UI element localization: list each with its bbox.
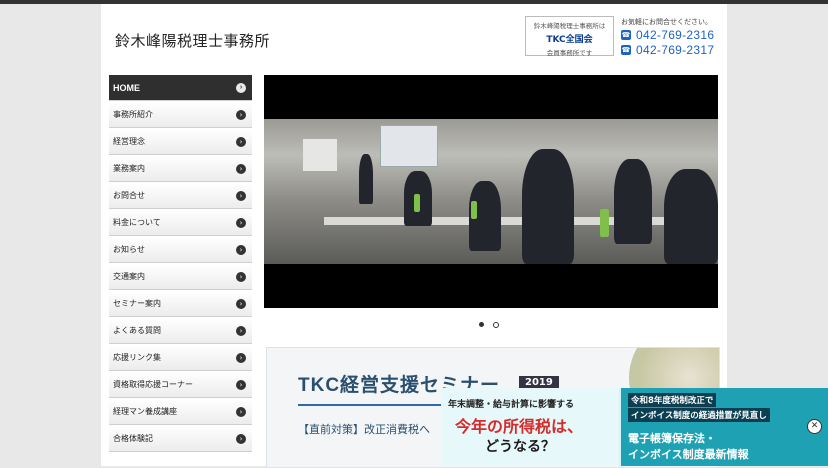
water-bottle <box>414 194 420 212</box>
phone-icon: ☎ <box>621 30 631 40</box>
ad-right-line2: インボイス制度の経過措置が見直し <box>628 408 770 422</box>
nav-item-seminar[interactable]: セミナー案内 › <box>109 291 252 317</box>
tel-number-2: 042-769-2317 <box>636 43 715 57</box>
nav-item-news[interactable]: お知らせ › <box>109 237 252 263</box>
nav-label: 応援リンク集 <box>113 353 161 362</box>
chevron-right-icon: › <box>236 271 246 282</box>
attendee <box>359 154 373 204</box>
nav-item-about[interactable]: 事務所紹介 › <box>109 102 252 128</box>
slider-pagination <box>479 322 499 328</box>
nav-item-contact[interactable]: お問合せ › <box>109 183 252 209</box>
nav-label: お問合せ <box>113 191 145 200</box>
water-bottle <box>600 209 609 237</box>
ad-left-line1: 年末調整・給与計算に影響する <box>448 400 575 410</box>
nav-item-accounting-course[interactable]: 経理マン養成講座 › <box>109 399 252 425</box>
tel-row-2[interactable]: ☎ 042-769-2317 <box>621 43 721 57</box>
nav-label: 経営理念 <box>113 137 145 146</box>
attendee <box>522 149 574 264</box>
desk <box>324 217 714 225</box>
chevron-right-icon: › <box>236 298 246 309</box>
hero-slider[interactable] <box>264 75 718 308</box>
slide-dot-1[interactable] <box>479 322 484 327</box>
tkc-line1: 鈴木峰陽税理士事務所は <box>533 22 606 30</box>
ad-left-panel: 年末調整・給与計算に影響する 今年の所得税は、 どうなる？ <box>441 388 619 466</box>
nav-item-philosophy[interactable]: 経営理念 › <box>109 129 252 155</box>
seminar-photo <box>264 119 718 264</box>
chevron-right-icon: › <box>236 190 246 201</box>
ad-right-line4: インボイス制度最新情報 <box>628 448 749 461</box>
projector-screen <box>380 125 438 167</box>
overlay-ad[interactable]: 年末調整・給与計算に影響する 今年の所得税は、 どうなる？ 令和8年度税制改正で… <box>441 388 828 466</box>
nav-item-qualification[interactable]: 資格取得応援コーナー › <box>109 372 252 398</box>
chevron-right-icon: › <box>236 244 246 255</box>
close-icon[interactable]: ✕ <box>807 419 822 434</box>
nav-item-home[interactable]: HOME › <box>109 75 252 101</box>
chevron-right-icon: › <box>236 217 246 228</box>
ad-right-line3: 電子帳簿保存法・ <box>628 432 716 445</box>
nav-label: 資格取得応援コーナー <box>113 380 193 389</box>
phone-icon: ☎ <box>621 45 631 55</box>
ad-left-line3: どうなる？ <box>485 439 555 455</box>
nav-item-services[interactable]: 業務案内 › <box>109 156 252 182</box>
ad-right-panel: 令和8年度税制改正で インボイス制度の経過措置が見直し 電子帳簿保存法・ インボ… <box>621 388 828 466</box>
chevron-right-icon: › <box>236 406 246 417</box>
chevron-right-icon: › <box>236 163 246 174</box>
contact-lead: お気軽にお問合せください。 <box>621 18 712 26</box>
banner-subtitle: 【直前対策】改正消費税へ <box>298 423 430 436</box>
nav-label: セミナー案内 <box>113 299 161 308</box>
tel-row-1[interactable]: ☎ 042-769-2316 <box>621 28 721 42</box>
nav-label: よくある質問 <box>113 326 161 335</box>
ad-left-line2: 今年の所得税は、 <box>455 417 584 436</box>
nav-label: 事務所紹介 <box>113 110 153 119</box>
chevron-right-icon: › <box>236 352 246 363</box>
nav-label: お知らせ <box>113 245 145 254</box>
nav-label: 料金について <box>113 218 161 227</box>
chevron-right-icon: › <box>236 136 246 147</box>
nav-label: 合格体験記 <box>113 434 153 443</box>
nav-item-faq[interactable]: よくある質問 › <box>109 318 252 344</box>
chevron-right-icon: › <box>236 109 246 120</box>
contact-block: お気軽にお問合せください。 ☎ 042-769-2316 ☎ 042-769-2… <box>621 17 721 57</box>
nav-label: 経理マン養成講座 <box>113 407 177 416</box>
nav-item-fees[interactable]: 料金について › <box>109 210 252 236</box>
nav-item-links[interactable]: 応援リンク集 › <box>109 345 252 371</box>
nav-item-access[interactable]: 交通案内 › <box>109 264 252 290</box>
sidebar-nav: HOME › 事務所紹介 › 経営理念 › 業務案内 › お問合せ › 料金につ… <box>109 75 252 453</box>
ad-right-line1: 令和8年度税制改正で <box>628 393 717 407</box>
tkc-logo: TKC全国会 <box>546 35 593 45</box>
chevron-right-icon: › <box>236 82 246 93</box>
chevron-right-icon: › <box>236 379 246 390</box>
tkc-member-badge[interactable]: 鈴木峰陽税理士事務所は TKC全国会 会員事務所です <box>525 16 614 57</box>
nav-label: 交通案内 <box>113 272 145 281</box>
attendee <box>664 169 718 264</box>
slide-dot-2[interactable] <box>493 322 499 328</box>
site-title[interactable]: 鈴木峰陽税理士事務所 <box>115 30 270 51</box>
nav-label: 業務案内 <box>113 164 145 173</box>
chevron-right-icon: › <box>236 325 246 336</box>
water-bottle <box>471 201 477 219</box>
tel-number-1: 042-769-2316 <box>636 28 715 42</box>
nav-label: HOME <box>113 82 140 93</box>
attendee <box>614 159 652 244</box>
tkc-line3: 会員事務所です <box>546 49 593 57</box>
chevron-right-icon: › <box>236 433 246 444</box>
nav-item-testimonials[interactable]: 合格体験記 › <box>109 426 252 452</box>
whiteboard <box>303 139 337 171</box>
